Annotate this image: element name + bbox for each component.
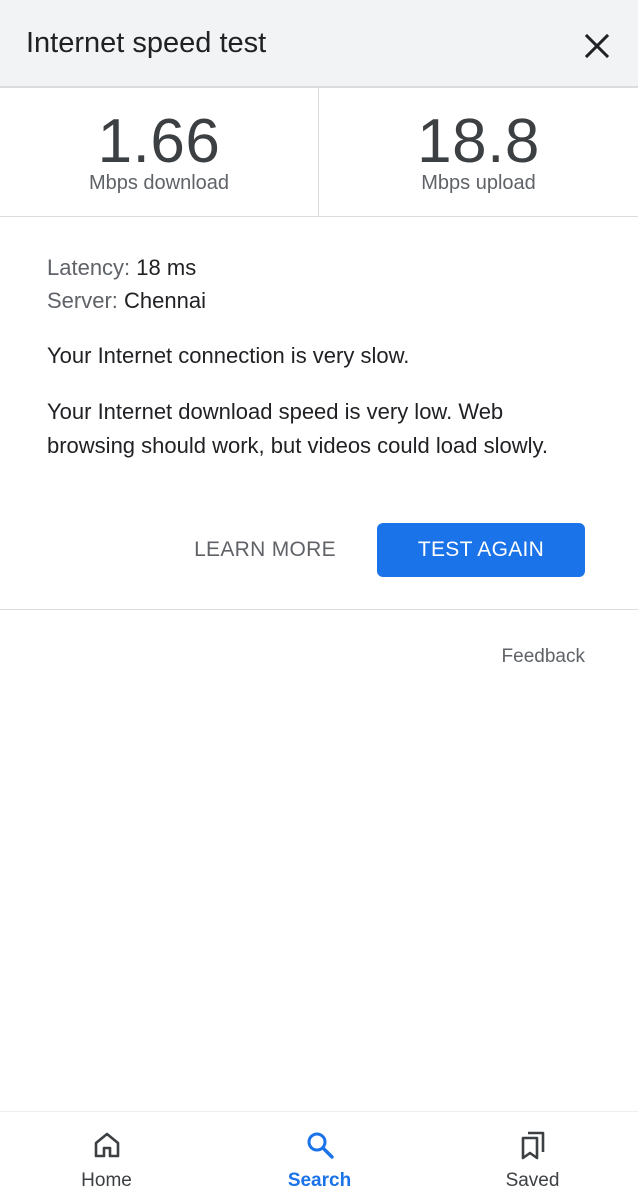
nav-item-home[interactable]: Home xyxy=(0,1112,213,1201)
nav-label-search: Search xyxy=(287,1170,352,1191)
download-stat: 1.66 Mbps download xyxy=(0,88,319,216)
learn-more-button[interactable]: LEARN MORE xyxy=(182,523,348,577)
close-button[interactable] xyxy=(575,24,619,68)
nav-item-saved[interactable]: Saved xyxy=(426,1112,638,1201)
latency-label: Latency: xyxy=(47,255,137,280)
nav-label-saved: Saved xyxy=(505,1170,560,1191)
section-divider xyxy=(0,609,638,610)
connection-detail: Your Internet download speed is very low… xyxy=(47,399,548,458)
upload-stat: 18.8 Mbps upload xyxy=(319,88,638,216)
download-speed-unit: Mbps download xyxy=(88,172,230,194)
nav-label-home: Home xyxy=(81,1170,132,1191)
server-line: Server: Chennai xyxy=(47,284,607,317)
search-icon xyxy=(307,1132,334,1159)
action-buttons: LEARN MORE TEST AGAIN xyxy=(0,523,638,577)
test-again-button[interactable]: TEST AGAIN xyxy=(377,523,585,577)
close-icon xyxy=(584,33,610,59)
bookmarks-icon xyxy=(521,1131,544,1160)
connection-summary: Your Internet connection is very slow. xyxy=(47,343,410,368)
home-icon xyxy=(94,1132,119,1158)
upload-speed-unit: Mbps upload xyxy=(421,172,536,194)
speed-results: 1.66 Mbps download 18.8 Mbps upload xyxy=(0,88,638,217)
server-label: Server: xyxy=(47,288,125,313)
latency-line: Latency: 18 ms xyxy=(47,251,607,284)
latency-value: 18 ms xyxy=(136,255,197,280)
server-value: Chennai xyxy=(124,288,206,313)
feedback-link[interactable]: Feedback xyxy=(502,646,585,668)
bottom-navigation: Home Search Saved xyxy=(0,1111,638,1200)
nav-item-search[interactable]: Search xyxy=(213,1112,426,1201)
upload-speed-value: 18.8 xyxy=(417,107,540,176)
test-details: Latency: 18 ms Server: Chennai xyxy=(47,251,607,317)
header-bar: Internet speed test xyxy=(0,0,638,88)
page-title: Internet speed test xyxy=(26,27,267,59)
download-speed-value: 1.66 xyxy=(97,107,221,176)
